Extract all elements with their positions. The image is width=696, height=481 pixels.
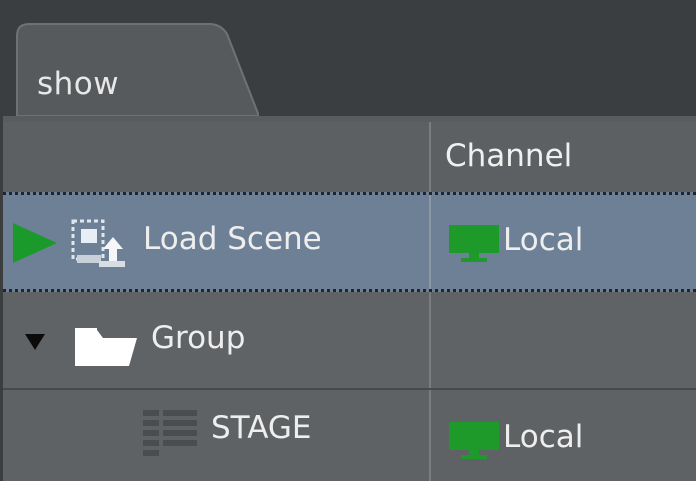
table-row-load-scene[interactable]: Load Scene Local xyxy=(3,192,696,292)
expand-triangle-icon[interactable] xyxy=(25,334,45,350)
folder-icon xyxy=(75,328,137,366)
row-channel: Local xyxy=(503,222,584,258)
tab-show[interactable]: show xyxy=(15,22,259,116)
column-separator xyxy=(429,390,431,481)
table-row-stage[interactable]: STAGE Local xyxy=(3,390,696,481)
play-icon xyxy=(13,223,57,263)
row-name: Load Scene xyxy=(143,221,322,257)
table-row-group[interactable]: Group xyxy=(3,292,696,390)
row-channel: Local xyxy=(503,419,584,455)
column-header-channel[interactable]: Channel xyxy=(445,138,572,174)
stage-icon xyxy=(143,410,197,456)
tab-label: show xyxy=(37,66,120,102)
row-name: Group xyxy=(151,320,246,356)
monitor-icon xyxy=(449,422,499,459)
load-scene-icon xyxy=(71,219,125,267)
table-header: Channel xyxy=(3,122,696,193)
column-separator xyxy=(429,195,431,289)
monitor-icon xyxy=(449,225,499,262)
tab-bar: show xyxy=(3,6,696,116)
column-separator xyxy=(429,292,431,388)
row-name: STAGE xyxy=(211,410,312,446)
column-separator[interactable] xyxy=(429,122,431,192)
cue-table: Channel Load Scene Local Group STAGE Loc… xyxy=(3,122,696,481)
show-editor-window: show Channel Load Scene Local Group STAG… xyxy=(3,6,696,481)
